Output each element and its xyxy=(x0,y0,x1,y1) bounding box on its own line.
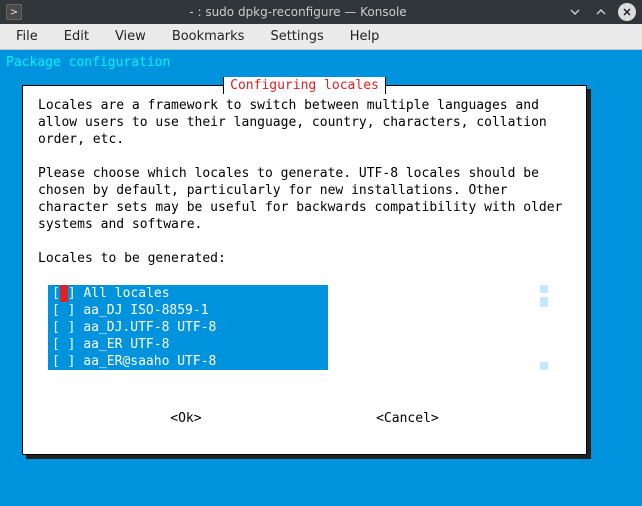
dialog-text: Locales are a framework to switch betwee… xyxy=(23,86,586,275)
chevron-down-icon xyxy=(569,6,581,18)
scroll-down-icon[interactable] xyxy=(540,362,548,370)
close-icon xyxy=(622,7,632,17)
menu-help[interactable]: Help xyxy=(338,26,392,47)
list-item[interactable]: [ ] aa_ER UTF-8 xyxy=(48,336,328,353)
scroll-up-icon[interactable] xyxy=(540,285,548,293)
dialog-buttons: <Ok> <Cancel> xyxy=(23,410,586,427)
locales-listbox[interactable]: [ ] All locales [ ] aa_DJ ISO-8859-1 [ ]… xyxy=(48,285,328,370)
menu-bookmarks[interactable]: Bookmarks xyxy=(160,26,257,47)
window-title: - : sudo dpkg-reconfigure — Konsole xyxy=(30,5,566,19)
list-item-label: All locales xyxy=(83,286,169,301)
menu-file[interactable]: File xyxy=(4,26,50,47)
menu-edit[interactable]: Edit xyxy=(52,26,101,47)
menu-view[interactable]: View xyxy=(103,26,158,47)
cursor-focus xyxy=(60,285,68,302)
list-item-label: aa_ER@saaho UTF-8 xyxy=(83,354,216,369)
menubar: File Edit View Bookmarks Settings Help xyxy=(0,24,642,50)
dialog-title: Configuring locales xyxy=(223,77,386,94)
terminal-header: Package configuration xyxy=(6,54,636,71)
list-item-label: aa_DJ ISO-8859-1 xyxy=(83,303,208,318)
list-item-label: aa_ER UTF-8 xyxy=(83,337,169,352)
minimize-button[interactable] xyxy=(566,3,584,21)
list-item[interactable]: [ ] aa_DJ.UTF-8 UTF-8 xyxy=(48,319,328,336)
close-button[interactable] xyxy=(618,3,636,21)
ok-button[interactable]: <Ok> xyxy=(170,410,201,427)
config-dialog: Configuring locales Locales are a framew… xyxy=(22,85,587,455)
menu-settings[interactable]: Settings xyxy=(258,26,335,47)
window-titlebar: > - : sudo dpkg-reconfigure — Konsole xyxy=(0,0,642,24)
scroll-thumb[interactable] xyxy=(540,297,548,307)
chevron-up-icon xyxy=(595,6,607,18)
window-buttons xyxy=(566,3,636,21)
list-item-label: aa_DJ.UTF-8 UTF-8 xyxy=(83,320,216,335)
list-item[interactable]: [ ] aa_ER@saaho UTF-8 xyxy=(48,353,328,370)
terminal-area[interactable]: Package configuration Configuring locale… xyxy=(0,50,642,506)
list-item[interactable]: [ ] All locales xyxy=(48,285,328,302)
cancel-button[interactable]: <Cancel> xyxy=(376,410,439,427)
app-icon: > xyxy=(6,4,22,20)
list-item[interactable]: [ ] aa_DJ ISO-8859-1 xyxy=(48,302,328,319)
maximize-button[interactable] xyxy=(592,3,610,21)
list-scrollbar[interactable] xyxy=(540,285,548,370)
